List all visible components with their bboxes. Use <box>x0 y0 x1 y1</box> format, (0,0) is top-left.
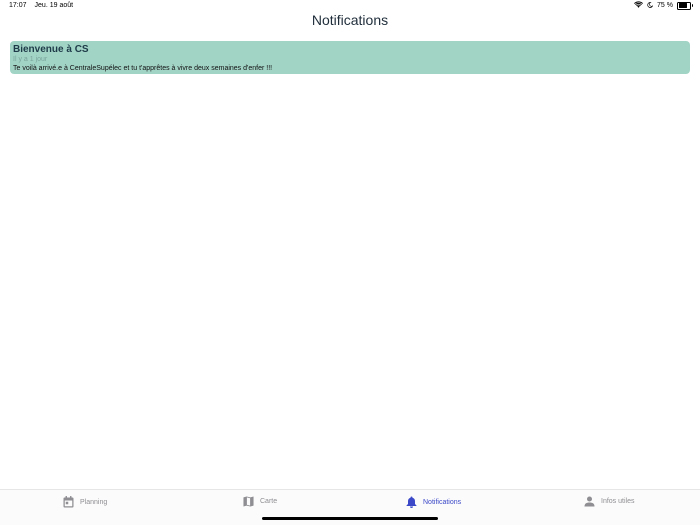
notification-time: Il y a 1 jour <box>13 56 48 63</box>
status-right: 75 % <box>634 1 693 10</box>
tab-notifications[interactable]: Notifications <box>406 496 461 508</box>
tab-notifications-label: Notifications <box>423 498 462 506</box>
status-time: 17:07 <box>9 2 27 9</box>
tab-infos-utiles[interactable]: Infos utiles <box>584 496 634 507</box>
page-title: Notifications <box>311 12 389 28</box>
bell-icon <box>406 496 417 508</box>
calendar-icon <box>63 496 74 508</box>
app-screen: 17:07 Jeu. 19 août 75 % Notifications Bi… <box>0 0 700 525</box>
tab-carte[interactable]: Carte <box>243 496 277 507</box>
status-left: 17:07 Jeu. 19 août <box>9 2 73 9</box>
battery-percent: 75 % <box>657 2 673 9</box>
battery-fill <box>678 3 687 8</box>
tab-planning-label: Planning <box>80 498 108 506</box>
tab-planning[interactable]: Planning <box>63 496 107 508</box>
tab-infos-utiles-label: Infos utiles <box>601 498 635 505</box>
notification-card[interactable]: Bienvenue à CS Il y a 1 jour Te voilà ar… <box>10 41 690 74</box>
notification-title: Bienvenue à CS <box>13 44 89 55</box>
wifi-icon <box>634 1 644 10</box>
person-icon <box>584 496 595 507</box>
moon-icon <box>647 1 654 10</box>
status-date: Jeu. 19 août <box>34 2 74 9</box>
home-indicator[interactable] <box>262 517 438 520</box>
map-icon <box>243 496 254 507</box>
battery-icon <box>677 1 693 10</box>
notification-body: Te voilà arrivé.e à CentraleSupélec et t… <box>13 65 273 72</box>
tab-carte-label: Carte <box>260 498 278 505</box>
